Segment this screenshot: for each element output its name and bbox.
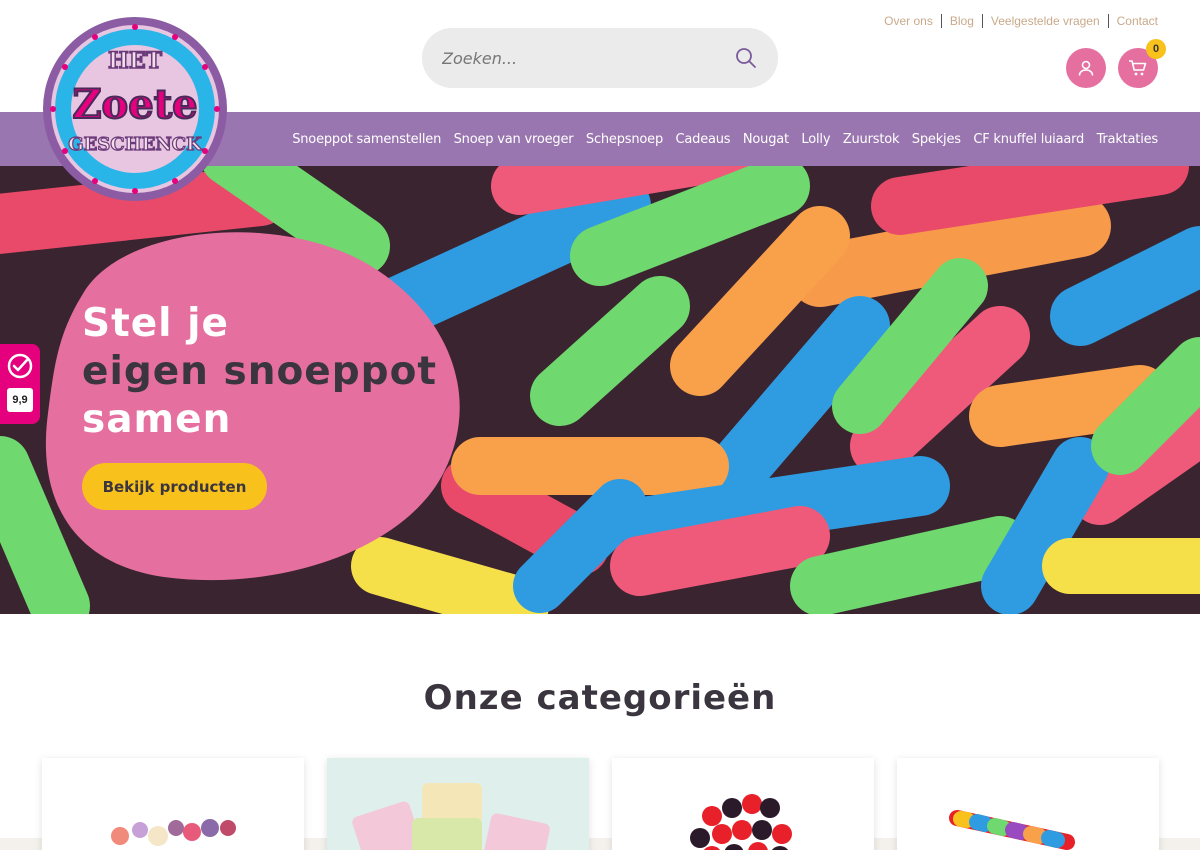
- search-input[interactable]: [442, 48, 734, 68]
- page: Over ons Blog Veelgestelde vragen Contac…: [0, 0, 1200, 850]
- category-card[interactable]: [612, 758, 874, 850]
- search-icon[interactable]: [734, 46, 758, 70]
- category-image-lolly: [949, 810, 1075, 850]
- logo-text-zoete: Zoete: [72, 81, 197, 128]
- view-products-button[interactable]: Bekijk producten: [82, 463, 267, 510]
- hero-banner: Stel je eigen snoeppot samen Bekijk prod…: [0, 166, 1200, 614]
- cart-count-badge: 0: [1146, 39, 1166, 59]
- user-icon: [1078, 60, 1094, 76]
- hero-title-line1: Stel je: [82, 301, 229, 346]
- category-card[interactable]: [897, 758, 1159, 850]
- rating-score: 9,9: [7, 388, 33, 412]
- hero-title-line3: samen: [82, 397, 232, 442]
- category-card[interactable]: [42, 758, 304, 850]
- nav-item-zuurstok[interactable]: Zuurstok: [843, 132, 900, 147]
- nav-item-snoep-van-vroeger[interactable]: Snoep van vroeger: [454, 132, 574, 147]
- nav-item-traktaties[interactable]: Traktaties: [1097, 132, 1159, 147]
- nav-item-cadeaus[interactable]: Cadeaus: [676, 132, 731, 147]
- category-image-marshmallows: [352, 783, 550, 850]
- category-image-berries: [690, 794, 792, 850]
- cart-icon: [1129, 60, 1147, 76]
- top-link-over-ons[interactable]: Over ons: [876, 14, 941, 28]
- webwinkelkeur-icon: [7, 353, 33, 379]
- nav-item-lolly[interactable]: Lolly: [801, 132, 830, 147]
- hero-title: Stel je eigen snoeppot samen: [82, 300, 437, 444]
- top-link-contact[interactable]: Contact: [1107, 14, 1158, 28]
- top-link-blog[interactable]: Blog: [940, 14, 982, 28]
- logo-text-het: HET: [108, 48, 163, 74]
- cart-button[interactable]: 0: [1118, 39, 1166, 88]
- category-image-candy: [111, 819, 236, 846]
- search-bar: [422, 28, 778, 88]
- category-card[interactable]: [327, 758, 589, 850]
- nav-item-spekjes[interactable]: Spekjes: [912, 132, 961, 147]
- categories-heading: Onze categorieën: [423, 678, 777, 718]
- hero-title-line2: eigen snoeppot: [82, 349, 438, 394]
- nav-item-nougat[interactable]: Nougat: [743, 132, 789, 147]
- nav-item-snoeppot-samenstellen[interactable]: Snoeppot samenstellen: [292, 132, 441, 147]
- account-button[interactable]: [1066, 48, 1106, 88]
- rating-widget[interactable]: 9,9: [0, 344, 40, 424]
- site-logo[interactable]: HET Zoete GESCHENCK: [42, 16, 228, 202]
- top-links: Over ons Blog Veelgestelde vragen Contac…: [876, 14, 1158, 28]
- nav-item-schepsnoep[interactable]: Schepsnoep: [586, 132, 663, 147]
- nav-item-cf-knuffel-luiaard[interactable]: CF knuffel luiaard: [973, 132, 1084, 147]
- logo-text-geschenck: GESCHENCK: [68, 134, 203, 155]
- top-link-faq[interactable]: Veelgestelde vragen: [981, 14, 1108, 28]
